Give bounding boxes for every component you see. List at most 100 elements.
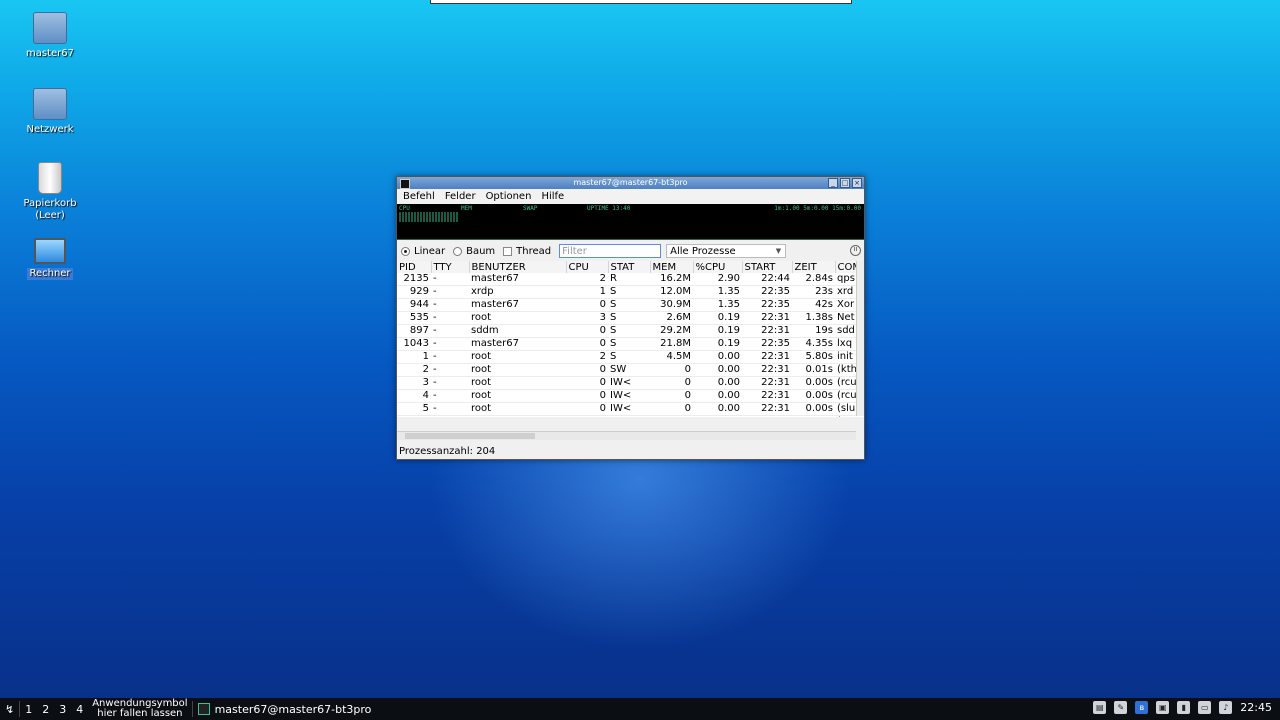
table-row[interactable]: 2135- master67 2 R 16.2M 2.90 22:44 2.84s qps <box>397 273 857 286</box>
table-row[interactable]: 6-root0IW<00.0022:310.00s(ne <box>397 415 857 417</box>
column-header-start[interactable]: START <box>742 261 793 273</box>
table-cell: (rcu <box>835 389 857 403</box>
column-header-cpu[interactable]: %CPU <box>693 261 743 273</box>
table-cell: 3 <box>566 311 608 325</box>
desktop-icon-computer[interactable]: Rechner <box>18 238 82 280</box>
column-header-pid[interactable]: PID <box>397 261 432 273</box>
graph-load-label: 1m:1.00 5m:0.00 15m:0.00 <box>774 205 861 212</box>
view-tree-radio[interactable]: Baum <box>453 246 495 257</box>
table-cell: master67 <box>469 273 566 286</box>
table-cell: 23s <box>792 285 835 299</box>
menu-felder[interactable]: Felder <box>445 191 476 202</box>
view-linear-radio[interactable]: Linear <box>401 246 445 257</box>
notes-icon[interactable]: ▭ <box>1198 701 1212 714</box>
column-header-mem[interactable]: MEM <box>650 261 694 273</box>
menu-optionen[interactable]: Optionen <box>486 191 532 202</box>
column-header-stat[interactable]: STAT <box>608 261 651 273</box>
table-cell: 535 <box>397 311 431 325</box>
column-header-benutzer[interactable]: BENUTZER <box>469 261 567 273</box>
view-thread-checkbox[interactable]: Thread <box>503 246 551 257</box>
table-row[interactable]: 1- root 2 S 4.5M 0.00 22:31 5.80s init <box>397 350 857 364</box>
battery-icon[interactable]: ▮ <box>1177 701 1191 714</box>
tools-icon[interactable]: ✎ <box>1114 701 1128 714</box>
desktop-icon-label: Papierkorb (Leer) <box>23 198 77 221</box>
desktop-switch-1[interactable]: 1 <box>20 703 37 716</box>
close-button[interactable]: × <box>852 178 862 188</box>
desktop-icon-trash[interactable]: Papierkorb (Leer) <box>18 162 82 222</box>
table-cell: 22:31 <box>742 324 792 338</box>
table-cell: 2 <box>566 350 608 364</box>
table-row[interactable]: 4- root 0 IW< 0 0.00 22:31 0.00s (rcu <box>397 389 857 403</box>
process-monitor-window: master67@master67-bt3pro _ □ × Befehl Fe… <box>396 176 865 460</box>
desktop-switch-4[interactable]: 4 <box>71 703 88 716</box>
table-cell: 0 <box>566 298 608 312</box>
table-cell: 22:44 <box>742 273 792 286</box>
network-icon[interactable]: ▣ <box>1156 701 1170 714</box>
table-row[interactable]: 2- root 0 SW 0 0.00 22:31 0.01s (kth <box>397 363 857 377</box>
table-cell: 0.00 <box>693 402 742 416</box>
window-titlebar[interactable]: master67@master67-bt3pro _ □ × <box>397 177 864 189</box>
table-cell: - <box>431 350 469 364</box>
desktop-switch-2[interactable]: 2 <box>37 703 54 716</box>
table-row[interactable]: 5- root 0 IW< 0 0.00 22:31 0.00s (slu <box>397 402 857 416</box>
table-cell: 0 <box>566 324 608 338</box>
minimize-button[interactable]: _ <box>828 178 838 188</box>
table-cell: 22:35 <box>742 298 792 312</box>
column-header-cpu[interactable]: CPU <box>566 261 609 273</box>
clipboard-icon[interactable]: ▤ <box>1093 701 1107 714</box>
column-header-zeit[interactable]: ZEIT <box>792 261 836 273</box>
table-cell: 0.00 <box>693 350 742 364</box>
table-cell: 2 <box>566 273 608 286</box>
quicklaunch-drop-hint: Anwendungsymbol hier fallen lassen <box>92 698 188 719</box>
table-cell: Net <box>835 311 857 325</box>
table-cell: R <box>608 273 650 286</box>
table-cell: root <box>469 376 566 390</box>
horizontal-scrollbar[interactable] <box>397 431 856 440</box>
table-row[interactable]: 944- master67 0 S 30.9M 1.35 22:35 42s Xor <box>397 298 857 312</box>
table-cell: 0 <box>650 363 693 377</box>
filter-input[interactable]: Filter <box>559 244 662 258</box>
table-cell: 5.80s <box>792 350 835 364</box>
network-folder-icon <box>33 88 67 120</box>
table-cell: 2.84s <box>792 273 835 286</box>
desktop-icon-label: Netzwerk <box>26 124 74 135</box>
table-cell: root <box>469 402 566 416</box>
pause-icon[interactable]: II <box>850 245 861 256</box>
clock[interactable]: 22:45 <box>1240 701 1272 714</box>
table-cell: - <box>431 311 469 325</box>
table-cell: 897 <box>397 324 431 338</box>
column-header-comm[interactable]: COMM <box>835 261 858 273</box>
terminal-task-icon <box>197 703 210 715</box>
vertical-scrollbar[interactable] <box>856 261 864 416</box>
menu-befehl[interactable]: Befehl <box>403 191 435 202</box>
bluetooth-icon[interactable]: ʙ <box>1135 701 1149 714</box>
maximize-button[interactable]: □ <box>840 178 850 188</box>
process-scope-select[interactable]: Alle Prozesse ▼ <box>666 244 787 258</box>
table-cell: 0.00 <box>693 415 742 417</box>
table-row[interactable]: 1043- master67 0 S 21.8M 0.19 22:35 4.35s lxq <box>397 337 857 351</box>
desktop-switch-3[interactable]: 3 <box>54 703 71 716</box>
table-cell: IW< <box>608 402 650 416</box>
table-cell: 1.38s <box>792 311 835 325</box>
column-header-tty[interactable]: TTY <box>431 261 470 273</box>
table-row[interactable]: 3- root 0 IW< 0 0.00 22:31 0.00s (rcu <box>397 376 857 390</box>
table-row[interactable]: 929- xrdp 1 S 12.0M 1.35 22:35 23s xrd <box>397 285 857 299</box>
volume-icon[interactable]: ♪ <box>1219 701 1233 714</box>
desktop-icon-network[interactable]: Netzwerk <box>18 88 82 136</box>
table-cell: 929 <box>397 285 431 299</box>
table-row[interactable]: 897- sddm 0 S 29.2M 0.19 22:31 19s sdd <box>397 324 857 338</box>
desktop-icon-home[interactable]: master67 <box>18 12 82 60</box>
table-cell: - <box>431 337 469 351</box>
table-cell: 19s <box>792 324 835 338</box>
task-button[interactable]: master67@master67-bt3pro <box>193 703 377 716</box>
table-cell: 22:31 <box>742 389 792 403</box>
menu-bar: Befehl Felder Optionen Hilfe <box>397 189 864 204</box>
home-folder-icon <box>33 12 67 44</box>
chevron-down-icon: ▼ <box>775 247 782 255</box>
table-cell: S <box>608 285 650 299</box>
menu-hilfe[interactable]: Hilfe <box>541 191 564 202</box>
table-row[interactable]: 535- root 3 S 2.6M 0.19 22:31 1.38s Net <box>397 311 857 325</box>
table-cell: 0.00s <box>792 415 835 417</box>
table-cell: 2.6M <box>650 311 693 325</box>
start-menu-icon[interactable]: ↯ <box>0 703 19 716</box>
